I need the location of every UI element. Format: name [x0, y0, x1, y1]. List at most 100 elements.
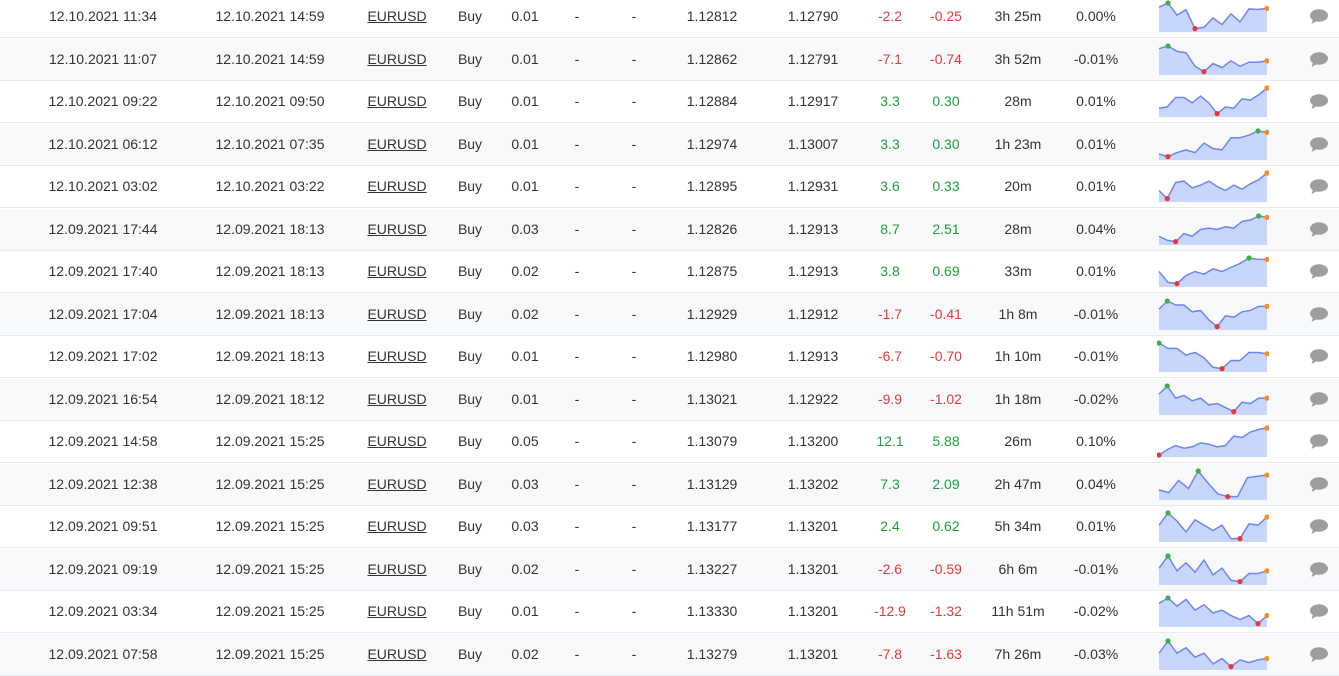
- gain-cell: -0.03%: [1073, 645, 1119, 662]
- symbol-link[interactable]: EURUSD: [367, 39, 426, 81]
- open-price-cell: 1.12875: [686, 263, 738, 279]
- table-row: 12.09.2021 17:04 12.09.2021 18:13 EURUSD…: [0, 293, 1339, 336]
- open-price-cell: 1.13021: [686, 390, 738, 407]
- symbol-link[interactable]: EURUSD: [367, 166, 426, 208]
- comment-icon[interactable]: [1309, 561, 1329, 578]
- open-time-cell: 12.09.2021 12:38: [48, 475, 158, 492]
- close-time-cell: 12.09.2021 15:25: [215, 433, 325, 449]
- symbol-link[interactable]: EURUSD: [367, 591, 426, 633]
- take-profit-cell: -: [631, 135, 637, 152]
- open-time-cell: 12.09.2021 17:04: [48, 305, 158, 322]
- comment-icon[interactable]: [1309, 51, 1329, 68]
- close-time-cell: 12.09.2021 18:13: [215, 348, 325, 364]
- stop-loss-cell: -: [574, 390, 580, 407]
- comment-icon[interactable]: [1309, 434, 1329, 450]
- take-profit-cell: -: [631, 263, 637, 279]
- comment-icon[interactable]: [1309, 604, 1329, 620]
- take-profit-cell: -: [631, 348, 637, 364]
- sparkline-area: [1159, 130, 1267, 160]
- close-price-cell: 1.12922: [787, 390, 839, 407]
- sparkline-low-marker: [1214, 111, 1220, 117]
- duration-cell: 2h 47m: [994, 475, 1042, 492]
- symbol-link[interactable]: EURUSD: [367, 336, 426, 378]
- duration-cell: 3h 25m: [994, 8, 1042, 24]
- pips-cell: -12.9: [874, 603, 906, 619]
- take-profit-cell: -: [631, 50, 637, 67]
- sparkline-area: [1159, 88, 1267, 117]
- pips-cell: 12.1: [876, 433, 904, 449]
- comment-icon[interactable]: [1309, 349, 1329, 365]
- symbol-link[interactable]: EURUSD: [367, 294, 426, 336]
- comment-icon[interactable]: [1309, 9, 1329, 25]
- symbol-link[interactable]: EURUSD: [367, 209, 426, 251]
- comment-icon[interactable]: [1309, 221, 1329, 238]
- action-cell: Buy: [457, 135, 483, 152]
- comment-icon[interactable]: [1309, 136, 1329, 153]
- pips-cell: -1.7: [877, 305, 903, 322]
- comment-icon[interactable]: [1309, 264, 1329, 280]
- symbol-link[interactable]: EURUSD: [367, 379, 426, 421]
- comment-icon[interactable]: [1309, 94, 1329, 110]
- table-row: 12.10.2021 03:02 12.10.2021 03:22 EURUSD…: [0, 166, 1339, 208]
- comment-icon[interactable]: [1309, 519, 1329, 535]
- symbol-link[interactable]: EURUSD: [367, 464, 426, 506]
- sparkline-chart-icon: [1158, 212, 1269, 245]
- close-time-cell: 12.09.2021 18:13: [215, 263, 325, 279]
- symbol-link[interactable]: EURUSD: [367, 634, 426, 676]
- lots-cell: 0.05: [511, 433, 539, 449]
- sparkline-chart-icon: [1158, 127, 1269, 160]
- symbol-link[interactable]: EURUSD: [367, 0, 426, 38]
- symbol-link[interactable]: EURUSD: [367, 549, 426, 591]
- open-price-cell: 1.12974: [686, 135, 738, 152]
- comment-icon[interactable]: [1309, 391, 1329, 408]
- gain-cell: 0.00%: [1076, 8, 1116, 24]
- open-price-cell: 1.13177: [686, 518, 738, 534]
- lots-cell: 0.03: [511, 220, 539, 237]
- sparkline-high-marker: [1164, 297, 1170, 304]
- symbol-link[interactable]: EURUSD: [367, 124, 426, 166]
- duration-cell: 7h 26m: [994, 645, 1042, 662]
- close-price-cell: 1.12917: [787, 93, 839, 109]
- duration-cell: 1h 23m: [994, 135, 1042, 152]
- pips-cell: -6.7: [877, 348, 903, 364]
- comment-icon[interactable]: [1309, 476, 1329, 493]
- profit-cell: -0.74: [930, 50, 962, 67]
- pips-cell: -9.9: [877, 390, 903, 407]
- table-row: 12.10.2021 11:34 12.10.2021 14:59 EURUSD…: [0, 0, 1339, 38]
- symbol-link[interactable]: EURUSD: [367, 506, 426, 548]
- symbol-link[interactable]: EURUSD: [367, 251, 426, 293]
- lots-cell: 0.02: [511, 560, 539, 577]
- pips-cell: 7.3: [880, 475, 900, 492]
- gain-cell: -0.01%: [1073, 305, 1119, 322]
- lots-cell: 0.03: [511, 475, 539, 492]
- gain-cell: 0.10%: [1076, 433, 1116, 449]
- gain-cell: -0.02%: [1073, 390, 1119, 407]
- pips-cell: 3.8: [880, 263, 900, 279]
- sparkline-chart-icon: [1158, 85, 1269, 117]
- sparkline-chart-icon: [1158, 552, 1269, 585]
- stop-loss-cell: -: [574, 135, 580, 152]
- close-price-cell: 1.12790: [787, 8, 839, 24]
- lots-cell: 0.01: [511, 603, 539, 619]
- comment-icon[interactable]: [1309, 179, 1329, 195]
- profit-cell: -0.70: [930, 348, 962, 364]
- sparkline-chart-icon: [1157, 425, 1269, 458]
- stop-loss-cell: -: [574, 518, 580, 534]
- pips-cell: 3.6: [880, 178, 900, 194]
- symbol-link[interactable]: EURUSD: [367, 421, 426, 463]
- symbol-link[interactable]: EURUSD: [367, 81, 426, 123]
- sparkline-low-marker: [1225, 493, 1231, 499]
- close-price-cell: 1.12912: [787, 305, 839, 322]
- duration-cell: 6h 6m: [998, 560, 1038, 577]
- open-price-cell: 1.13227: [686, 560, 738, 577]
- open-price-cell: 1.12929: [686, 305, 738, 322]
- lots-cell: 0.01: [511, 390, 539, 407]
- take-profit-cell: -: [631, 390, 637, 407]
- action-cell: Buy: [457, 178, 483, 194]
- comment-icon[interactable]: [1309, 306, 1329, 323]
- gain-cell: 0.01%: [1076, 135, 1116, 152]
- sparkline-high-marker: [1165, 0, 1171, 6]
- comment-icon[interactable]: [1309, 646, 1329, 663]
- action-cell: Buy: [457, 645, 483, 662]
- profit-cell: 0.33: [932, 178, 960, 194]
